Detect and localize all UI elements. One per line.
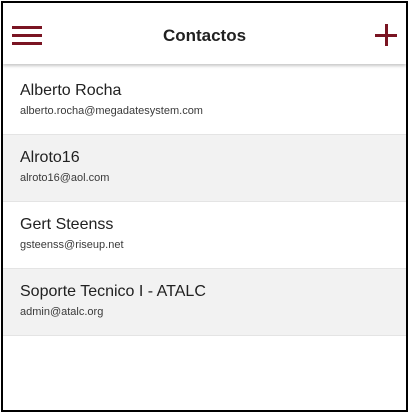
- add-contact-plus-icon[interactable]: [375, 24, 397, 46]
- plus-vertical-stroke: [385, 24, 388, 46]
- contact-email: gsteenss@riseup.net: [20, 239, 124, 251]
- contact-name: Alroto16: [20, 149, 80, 166]
- contact-name: Gert Steenss: [20, 216, 114, 233]
- page-title: Contactos: [162, 26, 247, 45]
- contact-name: Alberto Rocha: [20, 82, 122, 99]
- contact-name: Soporte Tecnico I - ATALC: [20, 283, 206, 300]
- app-screen: Contactos Alberto Rocha alberto.rocha@me…: [1, 1, 408, 412]
- contact-list-item[interactable]: Gert Steenss gsteenss@riseup.net: [3, 202, 406, 269]
- contact-list-item[interactable]: Alberto Rocha alberto.rocha@megadatesyst…: [3, 68, 406, 135]
- contact-list-item[interactable]: Alroto16 alroto16@aol.com: [3, 135, 406, 202]
- contact-list: Alberto Rocha alberto.rocha@megadatesyst…: [3, 68, 406, 336]
- contact-email: alroto16@aol.com: [20, 172, 110, 184]
- contact-list-item[interactable]: Soporte Tecnico I - ATALC admin@atalc.or…: [3, 269, 406, 336]
- contact-email: alberto.rocha@megadatesystem.com: [20, 105, 203, 117]
- contact-email: admin@atalc.org: [20, 306, 104, 318]
- app-header: Contactos: [3, 3, 406, 64]
